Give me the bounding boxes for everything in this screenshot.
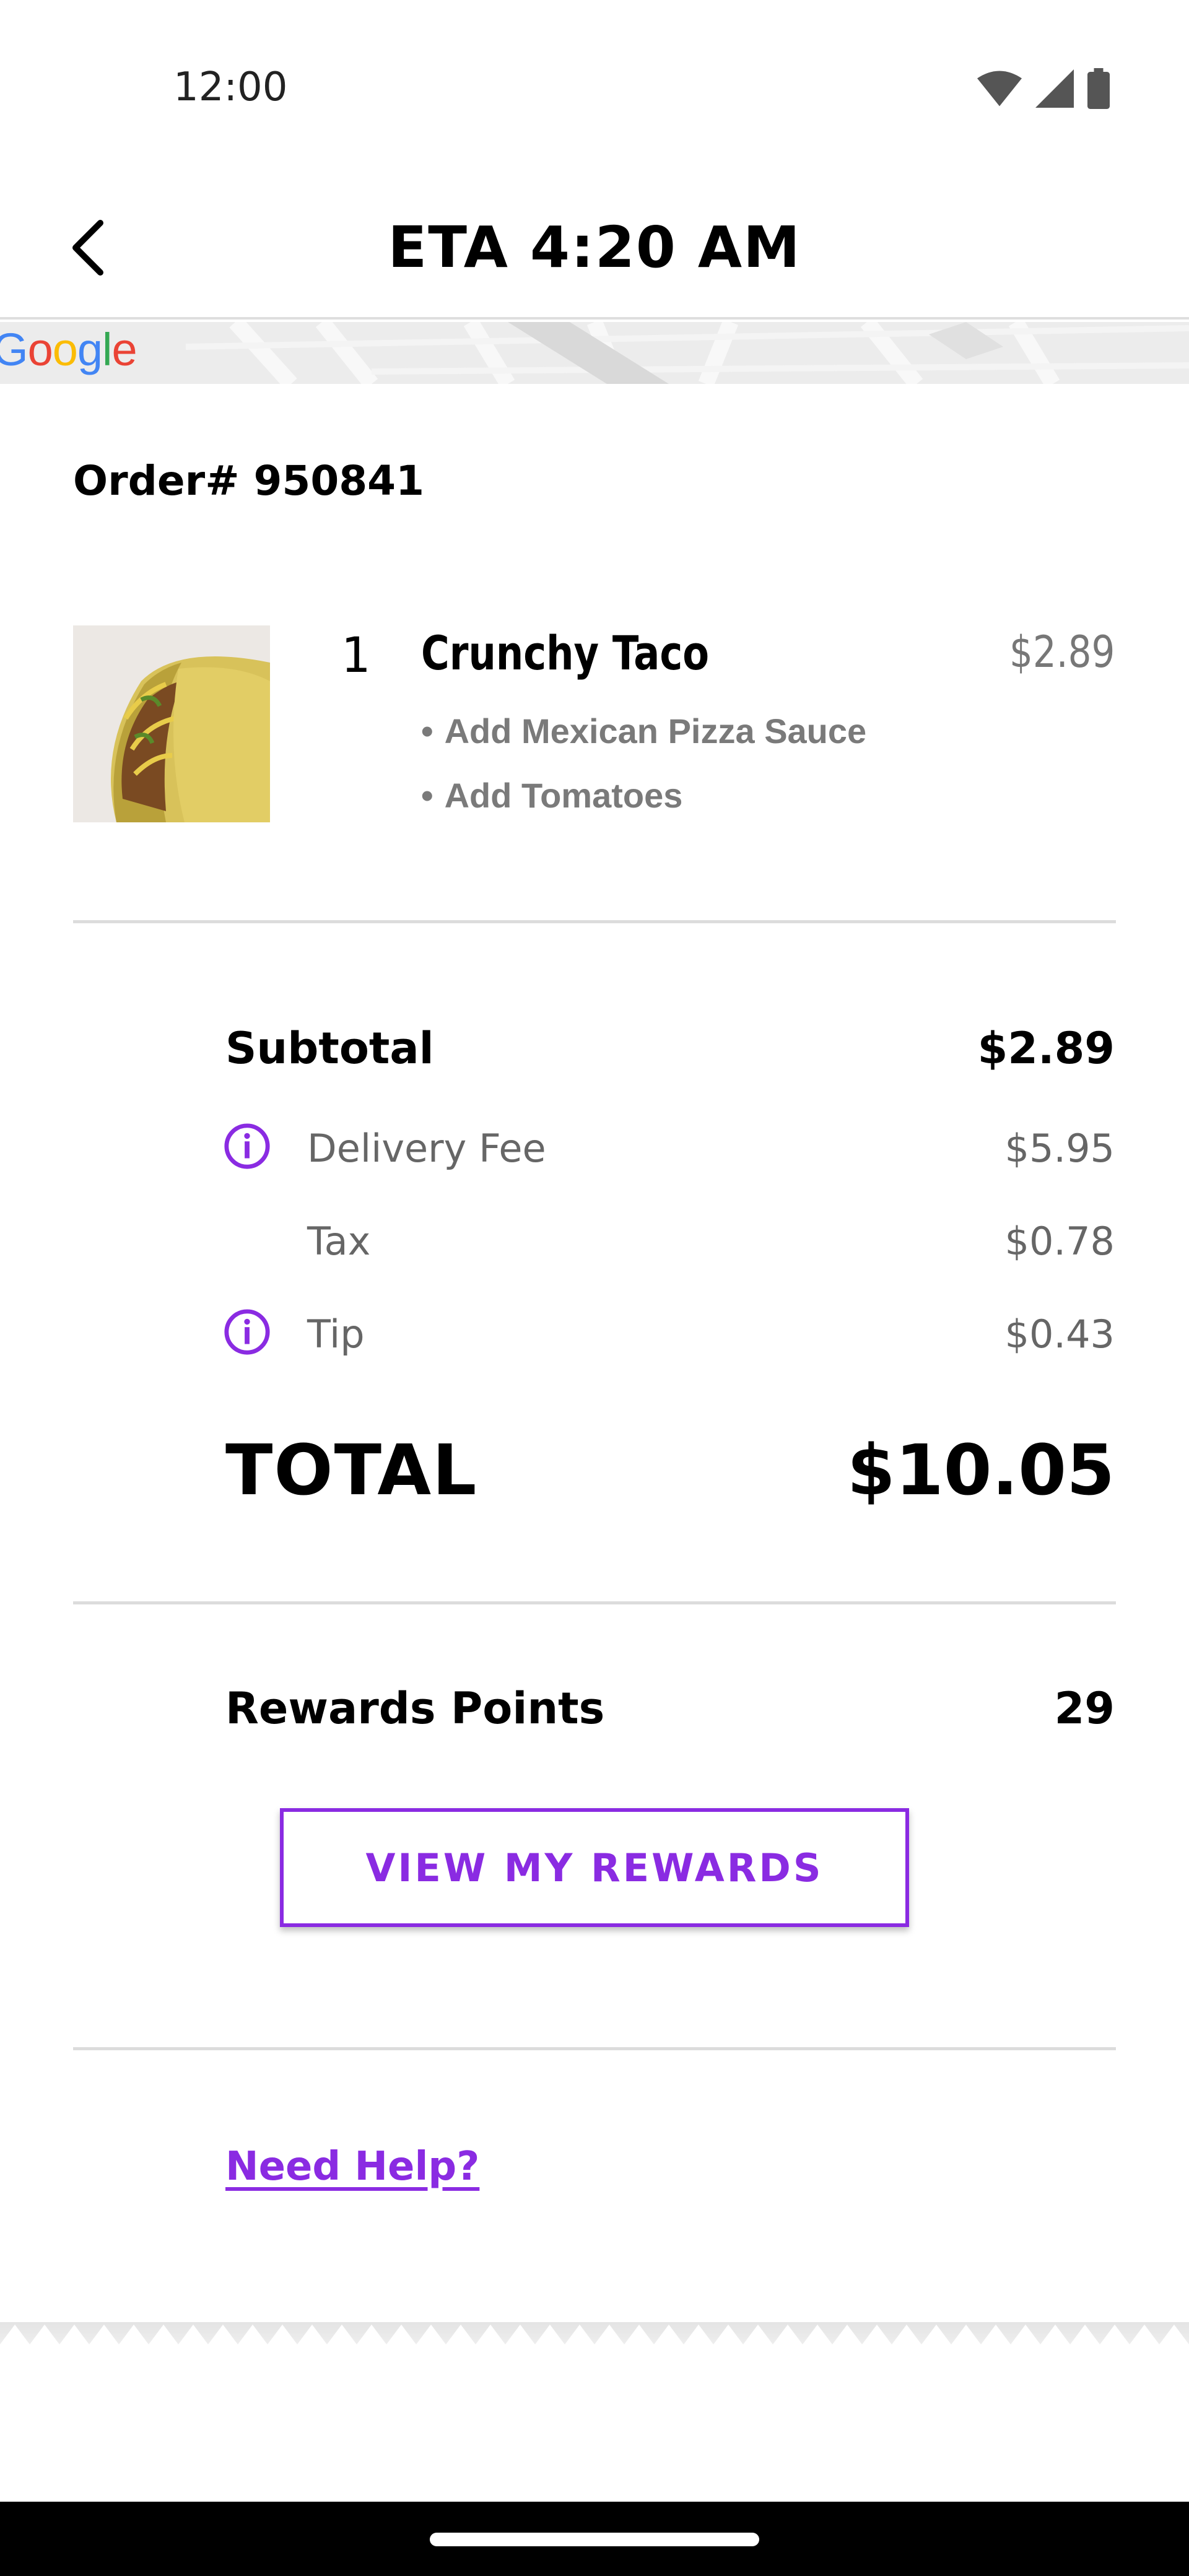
status-icons bbox=[977, 68, 1110, 109]
order-number: Order# 950841 bbox=[73, 457, 425, 505]
total-value: $10.05 bbox=[847, 1430, 1115, 1511]
need-help-link[interactable]: Need Help? bbox=[225, 2144, 479, 2190]
item-modifier: Add Tomatoes bbox=[421, 775, 683, 816]
taco-image bbox=[73, 625, 270, 822]
subtotal-label: Subtotal bbox=[225, 1023, 434, 1074]
delivery-fee-info-icon[interactable] bbox=[223, 1122, 271, 1170]
google-logo: Google bbox=[0, 324, 137, 375]
wifi-icon bbox=[977, 71, 1022, 107]
app-header: ETA 4:20 AM bbox=[0, 180, 1189, 320]
delivery-fee-value: $5.95 bbox=[1004, 1126, 1115, 1171]
divider bbox=[73, 1601, 1116, 1604]
tax-label: Tax bbox=[307, 1219, 371, 1264]
item-quantity: 1 bbox=[341, 628, 370, 684]
battery-icon bbox=[1087, 68, 1110, 109]
home-handle[interactable] bbox=[430, 2533, 759, 2546]
map-preview[interactable]: Google bbox=[0, 322, 1189, 384]
divider bbox=[73, 2047, 1116, 2050]
tax-value: $0.78 bbox=[1004, 1219, 1115, 1264]
item-image bbox=[73, 625, 270, 822]
total-label: TOTAL bbox=[225, 1430, 478, 1511]
tip-value: $0.43 bbox=[1004, 1312, 1115, 1357]
divider bbox=[73, 920, 1116, 923]
item-modifier: Add Mexican Pizza Sauce bbox=[421, 711, 867, 751]
rewards-points-value: 29 bbox=[1054, 1683, 1115, 1734]
navigation-bar bbox=[0, 2502, 1189, 2576]
receipt-torn-edge bbox=[0, 2322, 1189, 2384]
tip-info-icon[interactable] bbox=[223, 1308, 271, 1356]
cellular-signal-icon bbox=[1035, 69, 1074, 108]
tip-label: Tip bbox=[307, 1312, 365, 1357]
subtotal-value: $2.89 bbox=[977, 1023, 1115, 1074]
page-title: ETA 4:20 AM bbox=[388, 214, 801, 281]
item-price: $2.89 bbox=[1009, 627, 1115, 677]
item-name: Crunchy Taco bbox=[421, 625, 710, 681]
delivery-fee-label: Delivery Fee bbox=[307, 1126, 546, 1171]
map-streets bbox=[0, 322, 1189, 384]
view-my-rewards-button[interactable]: VIEW MY REWARDS bbox=[280, 1808, 909, 1927]
status-bar: 12:00 bbox=[0, 0, 1189, 180]
status-time: 12:00 bbox=[173, 64, 288, 110]
rewards-points-label: Rewards Points bbox=[225, 1683, 605, 1734]
